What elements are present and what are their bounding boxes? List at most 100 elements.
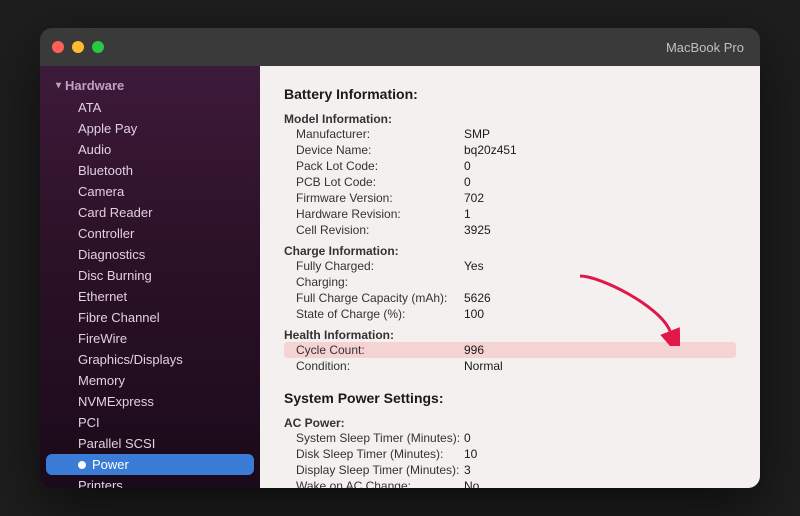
charge-info-label: Charge Information:: [284, 244, 736, 258]
sidebar-item-camera[interactable]: Camera: [46, 181, 254, 202]
chevron-icon: ▾: [56, 80, 61, 91]
sidebar-item-label: Fibre Channel: [78, 310, 160, 325]
row-label: Firmware Version:: [284, 191, 464, 205]
row-label: Disk Sleep Timer (Minutes):: [284, 447, 464, 461]
row-value: 3925: [464, 223, 491, 237]
sidebar: ▾ Hardware ATA Apple Pay Audio Bluetooth Cam…: [40, 66, 260, 488]
sidebar-item-ata[interactable]: ATA: [46, 97, 254, 118]
sidebar-item-nvmexpress[interactable]: NVMExpress: [46, 391, 254, 412]
sidebar-item-label: FireWire: [78, 331, 127, 346]
sidebar-item-power[interactable]: Power: [46, 454, 254, 475]
active-indicator: [78, 461, 86, 469]
table-row: Fully Charged:Yes: [284, 258, 736, 274]
table-row: Cell Revision:3925: [284, 222, 736, 238]
table-row: Charging:: [284, 274, 736, 290]
row-label: State of Charge (%):: [284, 307, 464, 321]
table-row: State of Charge (%):100: [284, 306, 736, 322]
sidebar-item-label: Camera: [78, 184, 124, 199]
table-row: Condition:Normal: [284, 358, 736, 374]
row-label: PCB Lot Code:: [284, 175, 464, 189]
sidebar-item-label: Memory: [78, 373, 125, 388]
row-label: System Sleep Timer (Minutes):: [284, 431, 464, 445]
sidebar-item-parallel-scsi[interactable]: Parallel SCSI: [46, 433, 254, 454]
app-title: MacBook Pro: [666, 40, 744, 55]
sidebar-item-label: Disc Burning: [78, 268, 152, 283]
sidebar-item-label: Diagnostics: [78, 247, 145, 262]
battery-section-title: Battery Information:: [284, 86, 736, 102]
sidebar-item-printers[interactable]: Printers: [46, 475, 254, 488]
sidebar-item-diagnostics[interactable]: Diagnostics: [46, 244, 254, 265]
minimize-button[interactable]: [72, 41, 84, 53]
health-info-group: Health Information: Cycle Count:996Condi…: [284, 328, 736, 374]
row-label: Pack Lot Code:: [284, 159, 464, 173]
sidebar-item-label: ATA: [78, 100, 101, 115]
table-row: Hardware Revision:1: [284, 206, 736, 222]
sidebar-item-label: Bluetooth: [78, 163, 133, 178]
row-value: 0: [464, 431, 471, 445]
charge-info-group: Charge Information: Fully Charged:YesCha…: [284, 244, 736, 322]
ac-power-label: AC Power:: [284, 416, 736, 430]
sidebar-item-ethernet[interactable]: Ethernet: [46, 286, 254, 307]
sidebar-item-label: Controller: [78, 226, 134, 241]
row-value: bq20z451: [464, 143, 517, 157]
row-value: 100: [464, 307, 484, 321]
row-value: 702: [464, 191, 484, 205]
hardware-section[interactable]: ▾ Hardware: [40, 74, 260, 97]
power-section-title: System Power Settings:: [284, 390, 736, 406]
close-button[interactable]: [52, 41, 64, 53]
row-value: 5626: [464, 291, 491, 305]
table-row: Full Charge Capacity (mAh):5626: [284, 290, 736, 306]
row-label: Cycle Count:: [284, 343, 464, 357]
ac-power-group: AC Power: System Sleep Timer (Minutes):0…: [284, 416, 736, 488]
model-info-label: Model Information:: [284, 112, 736, 126]
sidebar-item-label: Graphics/Displays: [78, 352, 183, 367]
row-value: 1: [464, 207, 471, 221]
sidebar-item-apple-pay[interactable]: Apple Pay: [46, 118, 254, 139]
sidebar-item-label: Power: [92, 457, 129, 472]
row-value: 0: [464, 159, 471, 173]
traffic-lights: [52, 41, 104, 53]
sidebar-item-disc-burning[interactable]: Disc Burning: [46, 265, 254, 286]
sidebar-item-graphics-displays[interactable]: Graphics/Displays: [46, 349, 254, 370]
row-value: SMP: [464, 127, 490, 141]
row-label: Wake on AC Change:: [284, 479, 464, 488]
sidebar-item-fibre-channel[interactable]: Fibre Channel: [46, 307, 254, 328]
table-row: Device Name:bq20z451: [284, 142, 736, 158]
model-info-group: Model Information: Manufacturer:SMPDevic…: [284, 112, 736, 238]
sidebar-item-bluetooth[interactable]: Bluetooth: [46, 160, 254, 181]
maximize-button[interactable]: [92, 41, 104, 53]
row-label: Device Name:: [284, 143, 464, 157]
row-label: Charging:: [284, 275, 464, 289]
table-row: Firmware Version:702: [284, 190, 736, 206]
sidebar-item-firewire[interactable]: FireWire: [46, 328, 254, 349]
sidebar-item-label: Printers: [78, 478, 123, 488]
row-value: 996: [464, 343, 484, 357]
sidebar-item-controller[interactable]: Controller: [46, 223, 254, 244]
row-value: 0: [464, 175, 471, 189]
row-label: Condition:: [284, 359, 464, 373]
table-row: Pack Lot Code:0: [284, 158, 736, 174]
sidebar-item-card-reader[interactable]: Card Reader: [46, 202, 254, 223]
row-value: No: [464, 479, 479, 488]
sidebar-item-pci[interactable]: PCI: [46, 412, 254, 433]
system-info-window: MacBook Pro ▾ Hardware ATA Apple Pay Audio…: [40, 28, 760, 488]
sidebar-item-label: Card Reader: [78, 205, 152, 220]
title-bar: MacBook Pro: [40, 28, 760, 66]
sidebar-item-label: Audio: [78, 142, 111, 157]
sidebar-item-label: Parallel SCSI: [78, 436, 155, 451]
sidebar-item-label: PCI: [78, 415, 100, 430]
sidebar-item-audio[interactable]: Audio: [46, 139, 254, 160]
table-row: Cycle Count:996: [284, 342, 736, 358]
table-row: PCB Lot Code:0: [284, 174, 736, 190]
table-row: Manufacturer:SMP: [284, 126, 736, 142]
row-label: Fully Charged:: [284, 259, 464, 273]
table-row: Disk Sleep Timer (Minutes):10: [284, 446, 736, 462]
main-content-area: ▾ Hardware ATA Apple Pay Audio Bluetooth Cam…: [40, 66, 760, 488]
row-label: Display Sleep Timer (Minutes):: [284, 463, 464, 477]
row-label: Hardware Revision:: [284, 207, 464, 221]
sidebar-item-memory[interactable]: Memory: [46, 370, 254, 391]
row-label: Manufacturer:: [284, 127, 464, 141]
table-row: Wake on AC Change:No: [284, 478, 736, 488]
sidebar-item-label: NVMExpress: [78, 394, 154, 409]
table-row: Display Sleep Timer (Minutes):3: [284, 462, 736, 478]
